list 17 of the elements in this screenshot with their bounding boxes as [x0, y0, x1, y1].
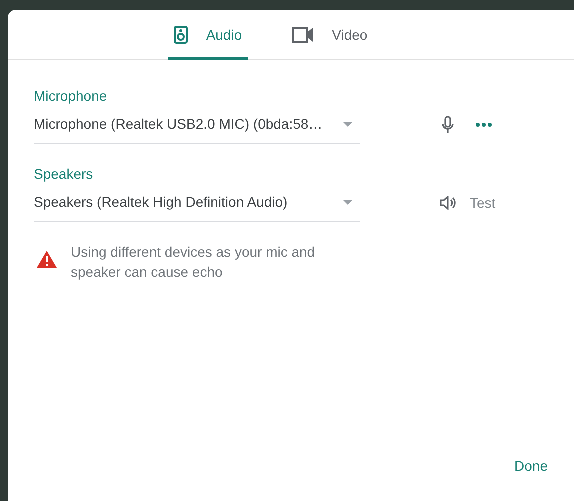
field-label: Speakers: [34, 165, 94, 184]
tab[interactable]: Audio: [168, 10, 248, 60]
more-options-icon[interactable]: [476, 123, 492, 127]
device-dropdown[interactable]: Speakers (Realtek High Definition Audio): [34, 192, 360, 222]
speaker-icon: [174, 26, 188, 44]
tab[interactable]: Video: [286, 10, 374, 60]
video-camera-icon: [292, 27, 314, 43]
field-label: Microphone: [34, 87, 108, 106]
device-dropdown[interactable]: Microphone (Realtek USB2.0 MIC) (0bda:58…: [34, 114, 360, 144]
warning-icon: [37, 251, 57, 268]
test-button[interactable]: Test: [440, 192, 496, 214]
dropdown-arrow-icon: [343, 122, 353, 127]
done-button[interactable]: Done: [506, 450, 556, 483]
microphone-icon[interactable]: [442, 116, 454, 134]
dropdown-arrow-icon: [343, 200, 353, 205]
speaker-volume-icon: [440, 196, 456, 210]
warning-message: Using different devices as your mic and speaker can cause echo: [71, 243, 316, 282]
